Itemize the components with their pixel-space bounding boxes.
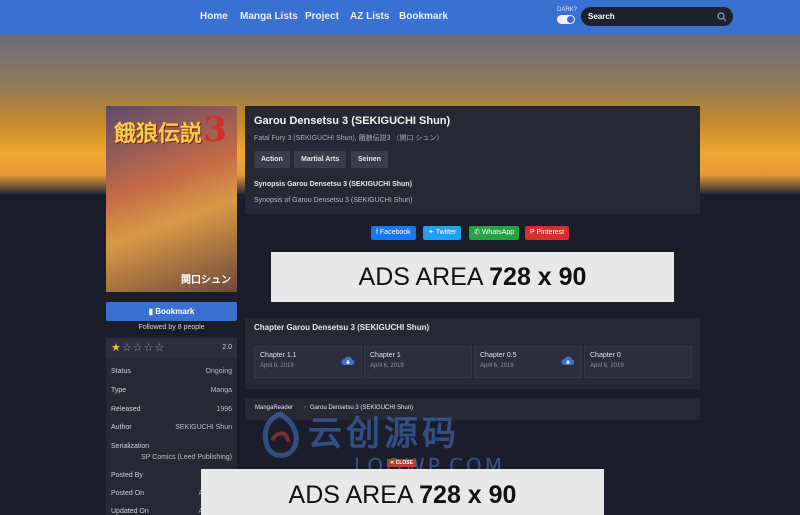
chapter-name: Chapter 0.5: [480, 352, 517, 359]
chapter-item[interactable]: Chapter 1 April 6, 2019: [364, 346, 472, 378]
rating-row: ★☆☆☆☆ 2.0: [106, 338, 237, 358]
chapter-name: Chapter 1.1: [260, 352, 297, 359]
chapter-name: Chapter 1: [370, 352, 401, 359]
nav-az-lists[interactable]: AZ Lists: [350, 11, 389, 22]
chapter-date: April 6, 2019: [590, 363, 624, 369]
ads-size: 728 x 90: [489, 263, 587, 291]
share-label: WhatsApp: [481, 229, 515, 236]
dark-mode-switch[interactable]: DARK?: [557, 7, 577, 27]
ads-text: ADS AREA: [358, 263, 483, 291]
chapter-date: April 6, 2019: [370, 363, 404, 369]
chapter-item[interactable]: Chapter 0 April 6, 2019: [584, 346, 692, 378]
star-empty-icon[interactable]: ☆: [144, 342, 155, 354]
watermark-cn-text: 云创源码: [308, 414, 460, 454]
info-value: Ongoing: [205, 368, 232, 375]
bookmark-label: Bookmark: [155, 307, 195, 316]
synopsis-text: Synopsis of Garou Densetsu 3 (SEKIGUCHI …: [254, 197, 413, 204]
cloud-download-icon[interactable]: [561, 354, 575, 368]
info-key: Updated On: [111, 508, 149, 515]
share-pinterest-button[interactable]: P Pinterest: [525, 226, 570, 240]
search-input[interactable]: Search: [581, 7, 733, 26]
genre-tag[interactable]: Action: [254, 151, 290, 168]
star-filled-icon[interactable]: ★: [111, 342, 122, 354]
manga-title: Garou Densetsu 3 (SEKIGUCHI Shun): [254, 115, 451, 127]
share-whatsapp-button[interactable]: ✆ WhatsApp: [469, 226, 520, 240]
ads-text: ADS AREA: [288, 481, 413, 509]
info-key: Author: [111, 424, 132, 431]
nav-manga-lists[interactable]: Manga Lists: [240, 11, 298, 22]
top-navbar: Home Manga Lists Project AZ Lists Bookma…: [0, 0, 800, 34]
rating-value: 2.0: [222, 344, 232, 351]
info-key: Serialization: [111, 443, 150, 450]
chapter-name: Chapter 0: [590, 352, 621, 359]
share-twitter-button[interactable]: ✦ Twitter: [423, 226, 462, 240]
chapter-item[interactable]: Chapter 1.1 April 6, 2019: [254, 346, 362, 378]
chapter-item[interactable]: Chapter 0.5 April 6, 2019: [474, 346, 582, 378]
ads-size: 728 x 90: [419, 481, 517, 509]
twitter-icon: ✦: [428, 229, 434, 236]
info-key: Released: [111, 406, 141, 413]
cover-number: 3: [203, 110, 227, 150]
search-placeholder: Search: [588, 12, 615, 21]
nav-bookmark[interactable]: Bookmark: [399, 11, 448, 22]
ads-banner-sticky[interactable]: ADS AREA 728 x 90: [201, 469, 604, 515]
dark-mode-toggle[interactable]: [557, 15, 575, 24]
rating-stars[interactable]: ★☆☆☆☆: [111, 341, 165, 354]
star-empty-icon[interactable]: ☆: [122, 342, 133, 354]
whatsapp-icon: ✆: [474, 229, 480, 236]
manga-cover-image: 餓狼伝説 3 関口シュン: [106, 106, 237, 292]
toggle-knob: [567, 16, 574, 23]
chapter-list-heading: Chapter Garou Densetsu 3 (SEKIGUCHI Shun…: [254, 323, 430, 332]
share-label: Facebook: [379, 229, 411, 236]
watermark-logo-icon: [262, 411, 299, 458]
close-ads-button[interactable]: ✕ CLOSE: [387, 459, 416, 467]
genre-tag[interactable]: Seinen: [351, 151, 388, 168]
cover-title-text: 餓狼伝説: [114, 121, 203, 147]
star-empty-icon[interactable]: ☆: [133, 342, 144, 354]
share-label: Pinterest: [536, 229, 565, 236]
followed-count: Followed by 8 people: [138, 324, 205, 331]
nav-home[interactable]: Home: [200, 11, 228, 22]
info-key: Status: [111, 368, 131, 375]
share-label: Twitter: [435, 229, 457, 236]
ads-banner[interactable]: ADS AREA 728 x 90: [271, 252, 674, 302]
chapter-date: April 6, 2019: [480, 363, 514, 369]
share-facebook-button[interactable]: f Facebook: [371, 226, 416, 240]
facebook-icon: f: [376, 229, 378, 236]
info-key: Posted By: [111, 472, 143, 479]
nav-project[interactable]: Project: [305, 11, 339, 22]
info-value: SEKIGUCHI Shun: [175, 424, 232, 431]
manga-info-panel: Garou Densetsu 3 (SEKIGUCHI Shun) Fatal …: [245, 106, 700, 214]
info-value[interactable]: SP Comics (Leed Publishing): [141, 454, 232, 461]
info-value: Manga: [210, 387, 232, 394]
info-value: 1996: [216, 406, 232, 413]
bookmark-icon: ▮: [148, 307, 154, 316]
cover-author-text: 関口シュン: [181, 275, 231, 286]
pinterest-icon: P: [530, 229, 535, 236]
info-key: Posted On: [111, 490, 145, 497]
bookmark-button[interactable]: ▮ Bookmark: [106, 302, 237, 321]
search-icon[interactable]: [717, 12, 727, 22]
alternative-titles: Fatal Fury 3 (SEKIGUCHI Shun), 餓狼伝説3 （関口…: [254, 135, 444, 142]
chapter-list-panel: Chapter Garou Densetsu 3 (SEKIGUCHI Shun…: [245, 318, 700, 389]
genre-tag[interactable]: Martial Arts: [294, 151, 347, 168]
synopsis-title: Synopsis Garou Densetsu 3 (SEKIGUCHI Shu…: [254, 181, 412, 188]
chapter-date: April 6, 2019: [260, 363, 294, 369]
info-key: Type: [111, 387, 127, 394]
star-empty-icon[interactable]: ☆: [155, 342, 166, 354]
dark-mode-label: DARK?: [557, 7, 578, 13]
cloud-download-icon[interactable]: [341, 354, 355, 368]
